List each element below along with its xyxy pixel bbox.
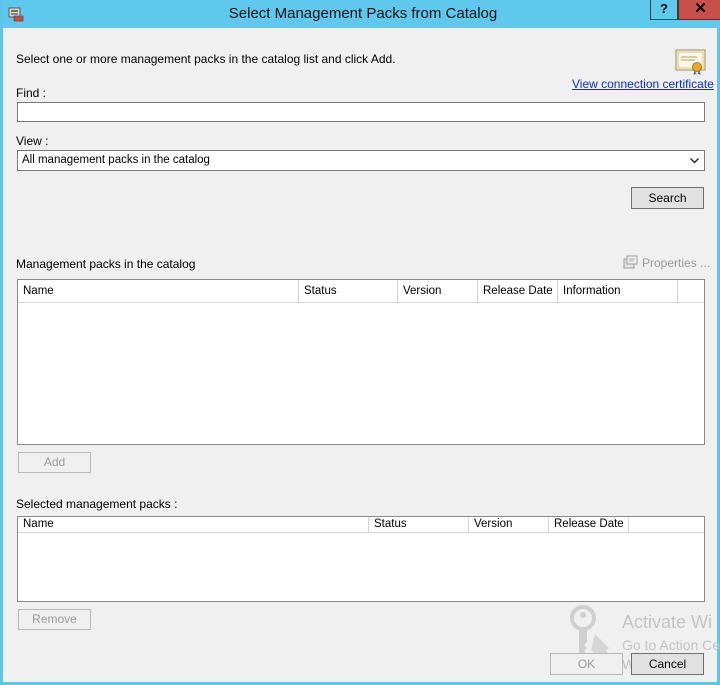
column-header-release-date[interactable]: Release Date — [478, 280, 558, 302]
search-button[interactable]: Search — [631, 187, 704, 209]
selected-column-header-release-date[interactable]: Release Date — [549, 517, 629, 532]
instructions-text: Select one or more management packs in t… — [16, 52, 396, 66]
watermark-line-1: Activate Wi — [622, 612, 713, 632]
certificate-icon — [675, 49, 706, 76]
properties-button[interactable]: Properties ... — [623, 255, 710, 270]
column-header-status[interactable]: Status — [299, 280, 398, 302]
column-header-name[interactable]: Name — [18, 280, 299, 302]
close-button[interactable]: ✕ — [678, 0, 720, 20]
properties-icon — [623, 255, 638, 269]
chevron-down-icon — [690, 158, 699, 164]
find-label: Find : — [16, 86, 47, 100]
find-input[interactable] — [17, 102, 705, 122]
watermark-line-2: Go to Action Ce — [622, 637, 720, 653]
view-connection-certificate-link[interactable]: View connection certificate — [572, 77, 714, 91]
remove-button[interactable]: Remove — [18, 609, 91, 630]
window-title: Select Management Packs from Catalog — [228, 5, 498, 22]
view-selected-value: All management packs in the catalog — [22, 154, 210, 166]
cancel-button[interactable]: Cancel — [631, 653, 704, 675]
column-header-information[interactable]: Information — [558, 280, 678, 302]
selected-list[interactable]: Name Status Version Release Date — [17, 516, 705, 602]
selected-column-header-status[interactable]: Status — [369, 517, 469, 532]
view-label: View : — [16, 134, 49, 148]
add-button[interactable]: Add — [18, 452, 91, 473]
properties-label: Properties ... — [642, 256, 711, 270]
selected-column-header-version[interactable]: Version — [469, 517, 549, 532]
selected-list-header: Name Status Version Release Date — [18, 517, 704, 533]
ok-button[interactable]: OK — [550, 653, 623, 675]
selected-label: Selected management packs : — [16, 497, 178, 511]
help-button[interactable]: ? — [650, 0, 678, 20]
title-bar[interactable]: Select Management Packs from Catalog ? ✕ — [3, 0, 720, 28]
selected-column-header-name[interactable]: Name — [18, 517, 369, 532]
view-dropdown[interactable]: All management packs in the catalog — [17, 150, 705, 171]
dialog-window: Select Management Packs from Catalog ? ✕… — [0, 0, 720, 685]
catalog-list[interactable]: Name Status Version Release Date Informa… — [17, 279, 705, 445]
catalog-label: Management packs in the catalog — [16, 257, 196, 271]
catalog-list-header: Name Status Version Release Date Informa… — [18, 280, 704, 303]
column-header-version[interactable]: Version — [398, 280, 478, 302]
